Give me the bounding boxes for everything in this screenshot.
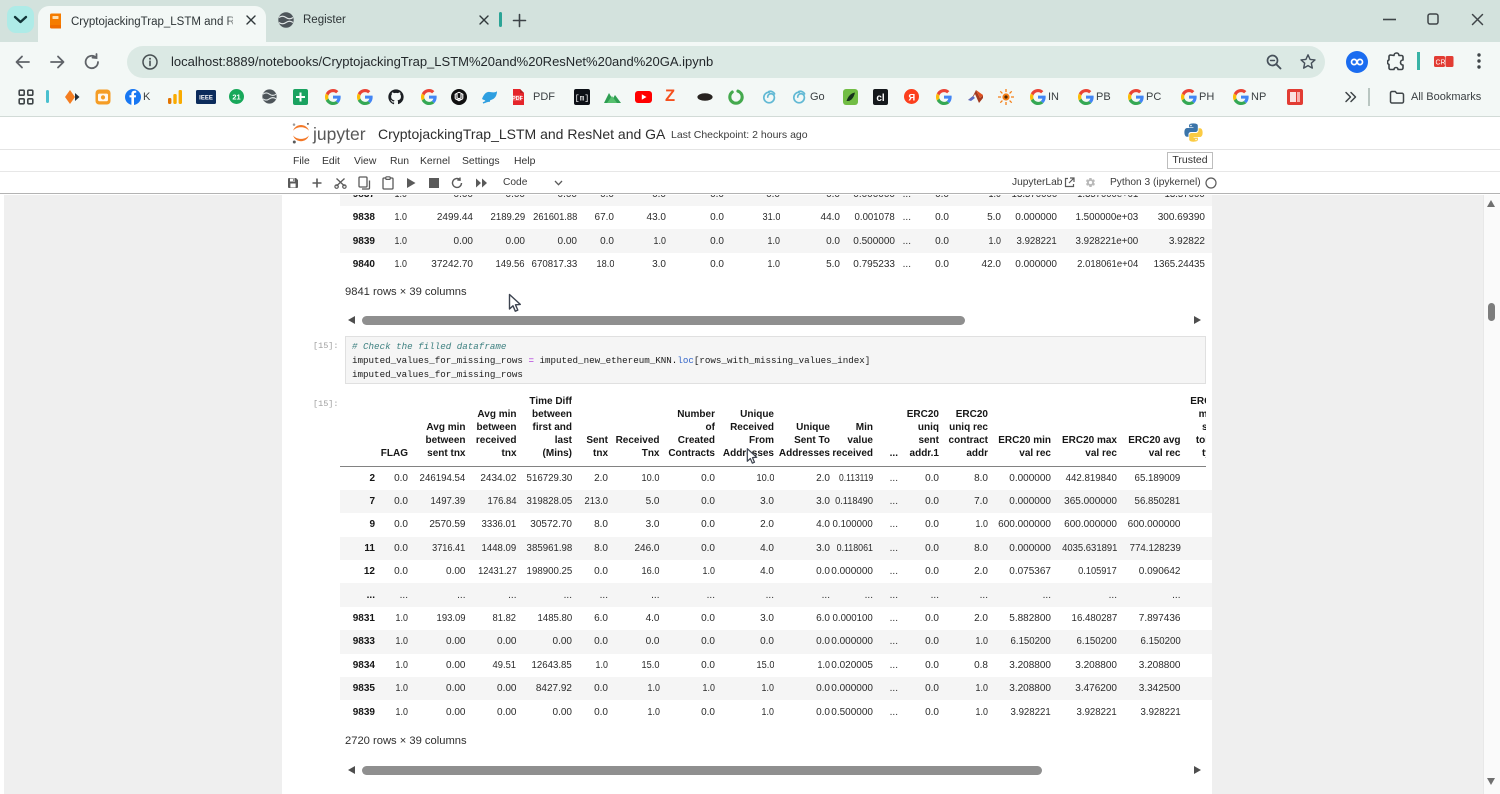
svg-text:[m]: [m] [575,95,589,104]
svg-text:Я: Я [908,92,915,103]
svg-text:CR: CR [1436,60,1446,67]
svg-text:21: 21 [232,92,240,101]
svg-text:cl: cl [876,93,885,104]
svg-text:PDF: PDF [512,96,524,102]
svg-text:IEEE: IEEE [199,96,213,102]
